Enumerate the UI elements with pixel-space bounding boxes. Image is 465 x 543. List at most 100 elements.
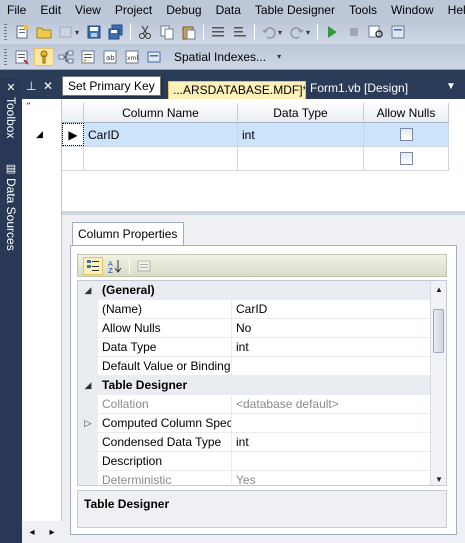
table-row[interactable]: ▶ CarID int (62, 123, 449, 147)
pin-icon[interactable]: ⊥ (26, 79, 36, 93)
scroll-up-icon[interactable]: ▲ (431, 281, 446, 297)
solution-explorer-icon[interactable] (388, 23, 408, 41)
allow-nulls-checkbox[interactable] (399, 128, 413, 141)
row-selector[interactable] (62, 147, 84, 170)
save-all-icon[interactable] (106, 23, 126, 41)
property-pages-icon[interactable] (134, 257, 154, 275)
scroll-left-icon[interactable]: ◂ (29, 527, 34, 538)
tab-table-designer[interactable]: ...ARSDATABASE.MDF]* (168, 81, 306, 99)
property-value[interactable]: CarID (232, 300, 431, 319)
indexes-keys-icon[interactable] (78, 48, 98, 66)
property-row[interactable]: Default Value or Binding (78, 357, 431, 376)
comment-icon[interactable] (208, 23, 228, 41)
property-value[interactable] (232, 414, 431, 433)
row-selector-header (62, 103, 84, 122)
menu-item-debug[interactable]: Debug (159, 0, 208, 20)
collapse-icon[interactable]: ◢ (78, 281, 98, 300)
property-value[interactable] (232, 452, 431, 471)
property-row[interactable]: ▷ Computed Column Spec (78, 414, 431, 433)
row-selector-icon[interactable]: ▶ (62, 123, 84, 146)
tab-column-properties[interactable]: Column Properties (72, 222, 184, 246)
start-debugging-icon[interactable] (322, 23, 342, 41)
scroll-down-icon[interactable]: ▼ (431, 471, 446, 485)
property-row[interactable]: Allow Nulls No (78, 319, 431, 338)
menu-item-file[interactable]: File (0, 0, 33, 20)
add-item-icon[interactable] (56, 23, 76, 41)
tab-list-dropdown-icon[interactable]: ▼ (446, 81, 456, 92)
property-row[interactable]: Description (78, 452, 431, 471)
fulltext-index-icon[interactable]: ab (100, 48, 120, 66)
scrollbar-thumb[interactable] (433, 309, 444, 353)
xml-index-icon[interactable]: xml (122, 48, 142, 66)
menu-item-view[interactable]: View (68, 0, 108, 20)
scroll-right-icon[interactable]: ▸ (49, 527, 54, 538)
menu-item-help[interactable]: Help (441, 0, 465, 20)
generate-change-script-icon[interactable] (12, 48, 32, 66)
menu-item-edit[interactable]: Edit (33, 0, 68, 20)
row-margin (78, 338, 98, 357)
property-row[interactable]: Condensed Data Type int (78, 433, 431, 452)
property-value[interactable]: int (232, 338, 431, 357)
property-row[interactable]: Deterministic Yes (78, 471, 431, 485)
chevron-down-icon[interactable]: ▾ (75, 28, 83, 37)
new-project-icon[interactable] (12, 23, 32, 41)
data-type-cell[interactable]: int (238, 123, 364, 146)
property-row[interactable]: Data Type int (78, 338, 431, 357)
relationships-icon[interactable] (56, 48, 76, 66)
uncomment-icon[interactable] (230, 23, 250, 41)
save-icon[interactable] (84, 23, 104, 41)
expand-icon[interactable]: ▷ (78, 414, 98, 433)
check-constraints-icon[interactable] (144, 48, 164, 66)
menu-item-table-designer[interactable]: Table Designer (248, 0, 342, 20)
property-value[interactable] (232, 357, 431, 376)
find-in-files-icon[interactable] (366, 23, 386, 41)
allow-nulls-cell (364, 123, 449, 146)
stop-icon[interactable] (344, 23, 364, 41)
toolbox-tab[interactable]: ✕ Toolbox (2, 81, 20, 138)
column-name-cell[interactable] (84, 147, 238, 170)
collapse-icon[interactable]: ◢ (78, 376, 98, 395)
copy-icon[interactable] (157, 23, 177, 41)
paste-icon[interactable] (179, 23, 199, 41)
cut-icon[interactable] (135, 23, 155, 41)
property-row[interactable]: Collation <database default> (78, 395, 431, 414)
property-name: (Name) (98, 300, 232, 319)
table-row[interactable] (62, 147, 449, 171)
svg-text:xml: xml (127, 55, 138, 62)
menu-item-window[interactable]: Window (384, 0, 441, 20)
toolbar-grip[interactable] (4, 48, 7, 65)
data-type-cell[interactable] (238, 147, 364, 170)
property-name: Collation (98, 395, 232, 414)
property-grid-scrollbar[interactable]: ▲ ▼ (430, 281, 446, 485)
collapse-arrow-icon[interactable]: ◢ (36, 129, 43, 140)
toolbar-grip[interactable] (4, 24, 7, 40)
property-grid: Deterministic Yes Description Condensed Dat… (77, 280, 447, 486)
category-label: (General) (98, 281, 431, 300)
spatial-indexes-button[interactable]: Spatial Indexes... (165, 47, 271, 67)
menu-item-project[interactable]: Project (108, 0, 159, 20)
tab-form1-design[interactable]: Form1.vb [Design] (310, 81, 408, 95)
close-icon[interactable]: ✕ (43, 79, 53, 93)
open-folder-icon[interactable] (34, 23, 54, 41)
property-row[interactable]: (Name) CarID (78, 300, 431, 319)
property-category[interactable]: ◢ (General) (78, 281, 431, 300)
property-value[interactable]: int (232, 433, 431, 452)
column-name-cell[interactable]: CarID (84, 123, 238, 146)
toolbox-label: Toolbox (4, 97, 18, 139)
menu-item-data[interactable]: Data (209, 0, 248, 20)
alphabetical-icon[interactable]: AZ (105, 257, 125, 275)
chevron-down-icon[interactable]: ▾ (306, 28, 314, 37)
allow-nulls-checkbox[interactable] (399, 152, 413, 165)
toolbar-overflow-icon[interactable]: ▾ (277, 52, 285, 61)
undo-icon[interactable] (259, 23, 279, 41)
property-value[interactable]: No (232, 319, 431, 338)
property-value[interactable]: <database default> (232, 395, 431, 414)
property-value[interactable]: Yes (232, 471, 431, 485)
property-category[interactable]: ◢ Table Designer (78, 376, 431, 395)
data-sources-tab[interactable]: ▤ Data Sources (2, 162, 20, 251)
menu-item-tools[interactable]: Tools (342, 0, 384, 20)
categorized-icon[interactable] (83, 256, 103, 275)
chevron-down-icon[interactable]: ▾ (278, 28, 286, 37)
primary-key-icon[interactable] (34, 47, 54, 66)
redo-icon[interactable] (287, 23, 307, 41)
